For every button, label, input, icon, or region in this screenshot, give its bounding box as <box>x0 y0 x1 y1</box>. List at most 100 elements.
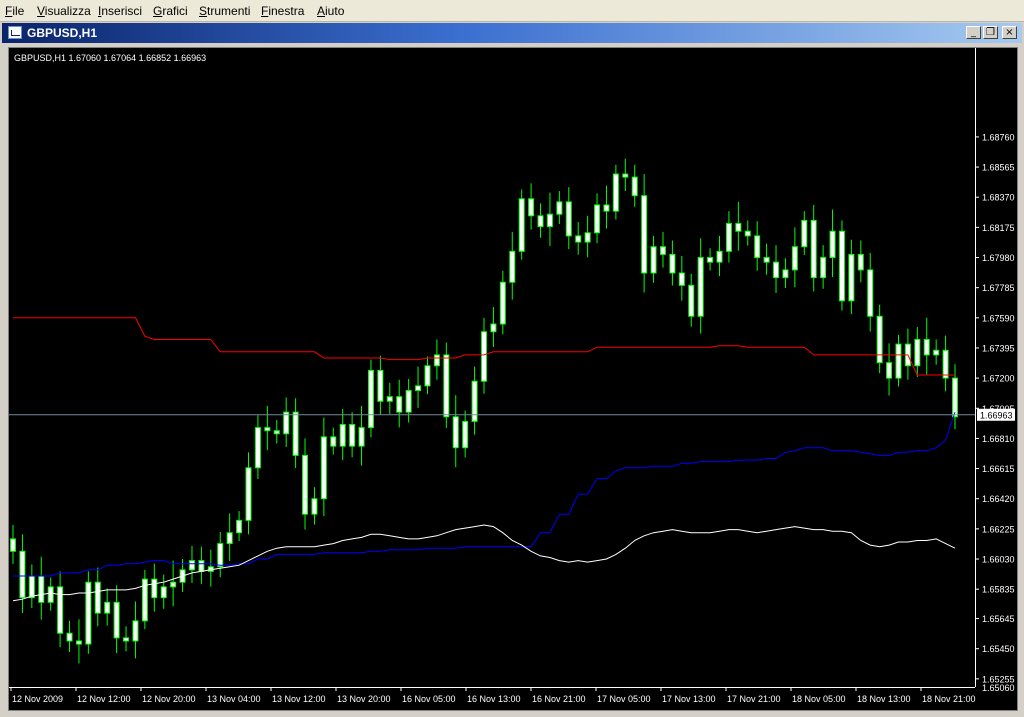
candle-body <box>66 632 73 642</box>
candle-body <box>113 601 120 639</box>
candle-body <box>857 253 864 271</box>
candle-body <box>575 235 582 243</box>
candle-body <box>452 416 459 449</box>
time-tick-label: 18 Nov 13:00 <box>857 694 911 704</box>
candle-body <box>264 427 271 432</box>
time-tick-label: 17 Nov 05:00 <box>597 694 651 704</box>
menu-item-visualizza[interactable]: Visualizza <box>37 4 91 18</box>
candle-body <box>509 250 516 283</box>
candle-body <box>707 257 714 263</box>
price-tick-label: 1.67980 <box>982 253 1015 263</box>
candle-body <box>198 560 205 572</box>
candle-body <box>923 338 930 356</box>
candle-body <box>415 385 422 391</box>
restore-button[interactable]: ❐ <box>983 26 998 39</box>
time-tick-label: 16 Nov 21:00 <box>532 694 586 704</box>
menu-item-strumenti[interactable]: Strumenti <box>199 4 250 18</box>
candle-body <box>433 354 440 367</box>
price-tick-label: 1.66810 <box>982 434 1015 444</box>
candle-body <box>349 424 356 447</box>
candle-body <box>10 538 16 552</box>
candle-body <box>659 246 666 255</box>
price-tick-label: 1.65060 <box>982 683 1015 693</box>
candle-body <box>782 269 789 279</box>
price-tick-label: 1.67785 <box>982 283 1015 293</box>
price-tick-label: 1.68175 <box>982 223 1015 233</box>
candle-body <box>669 253 676 274</box>
price-tick-label: 1.67590 <box>982 313 1015 323</box>
candle-body <box>518 198 525 252</box>
candle-body <box>810 219 817 279</box>
time-tick-label: 18 Nov 21:00 <box>922 694 976 704</box>
candle-body <box>273 430 280 435</box>
window-titlebar[interactable]: GBPUSD,H1 _ ❐ × <box>2 23 1022 43</box>
candle-body <box>123 637 130 642</box>
price-tick-label: 1.66225 <box>982 524 1015 534</box>
candle-body <box>245 467 252 521</box>
candle-body <box>254 427 261 469</box>
candle-body <box>386 396 393 402</box>
candle-body <box>735 223 742 232</box>
chart-info-label: GBPUSD,H1 1.67060 1.67064 1.66852 1.6696… <box>14 53 206 63</box>
candle-body <box>311 498 318 515</box>
candle-body <box>217 543 224 568</box>
candle-body <box>838 230 845 302</box>
price-tick-label: 1.68760 <box>982 132 1015 142</box>
candle-body <box>754 235 761 259</box>
candle-body <box>38 575 45 603</box>
candle-body <box>801 219 808 248</box>
time-tick-label: 13 Nov 12:00 <box>272 694 326 704</box>
menu-item-inserisci[interactable]: Inserisci <box>98 4 142 18</box>
time-tick-label: 16 Nov 05:00 <box>402 694 456 704</box>
price-tick-label: 1.67395 <box>982 343 1015 353</box>
candle-body <box>820 257 827 279</box>
price-tick-label: 1.65450 <box>982 644 1015 654</box>
candle-body <box>773 261 780 279</box>
candle-body <box>556 201 563 215</box>
candle-body <box>537 215 544 228</box>
candle-body <box>236 519 243 534</box>
candle-body <box>886 362 893 379</box>
candle-body <box>396 396 403 413</box>
menu-item-file[interactable]: File <box>5 4 24 18</box>
menu-item-aiuto[interactable]: Aiuto <box>317 4 344 18</box>
candle-body <box>791 246 798 271</box>
close-button[interactable]: × <box>1002 26 1017 39</box>
candle-body <box>377 369 384 402</box>
candle-body <box>471 380 478 422</box>
candle-body <box>895 343 902 379</box>
time-tick-label: 16 Nov 13:00 <box>467 694 521 704</box>
candle-body <box>716 250 723 263</box>
candle-body <box>160 586 167 599</box>
candle-body <box>85 581 92 645</box>
candle-body <box>443 354 450 418</box>
price-chart[interactable]: 1.68760 1.68565 1.68370 1.68175 1.67980 1.677… <box>9 48 1017 710</box>
candle-body <box>933 349 940 356</box>
candle-body <box>688 284 695 317</box>
menu-bar: File Visualizza Inserisci Grafici Strumenti F… <box>0 0 1024 22</box>
price-tick-label: 1.66615 <box>982 464 1015 474</box>
candle-body <box>650 246 657 274</box>
candle-body <box>678 272 685 286</box>
chart-window-icon <box>8 26 22 39</box>
candle-body <box>367 369 374 429</box>
menu-item-finestra[interactable]: Finestra <box>261 4 304 18</box>
price-tick-label: 1.67200 <box>982 374 1015 384</box>
candle-body <box>424 365 431 387</box>
candle-body <box>603 204 610 212</box>
time-tick-label: 12 Nov 12:00 <box>77 694 131 704</box>
candle-body <box>867 269 874 317</box>
candle-body <box>339 424 346 447</box>
candle-body <box>490 323 497 333</box>
chart-area[interactable]: 1.68760 1.68565 1.68370 1.68175 1.67980 1.677… <box>8 47 1018 711</box>
candle-body <box>612 173 619 212</box>
candle-body <box>405 389 412 413</box>
candle-body <box>462 420 469 449</box>
candle-body <box>292 411 299 456</box>
candle-body <box>942 349 949 379</box>
minimize-button[interactable]: _ <box>966 26 981 39</box>
candle-body <box>358 427 365 447</box>
menu-item-grafici[interactable]: Grafici <box>153 4 188 18</box>
candle-body <box>28 575 35 599</box>
candle-body <box>622 173 629 178</box>
